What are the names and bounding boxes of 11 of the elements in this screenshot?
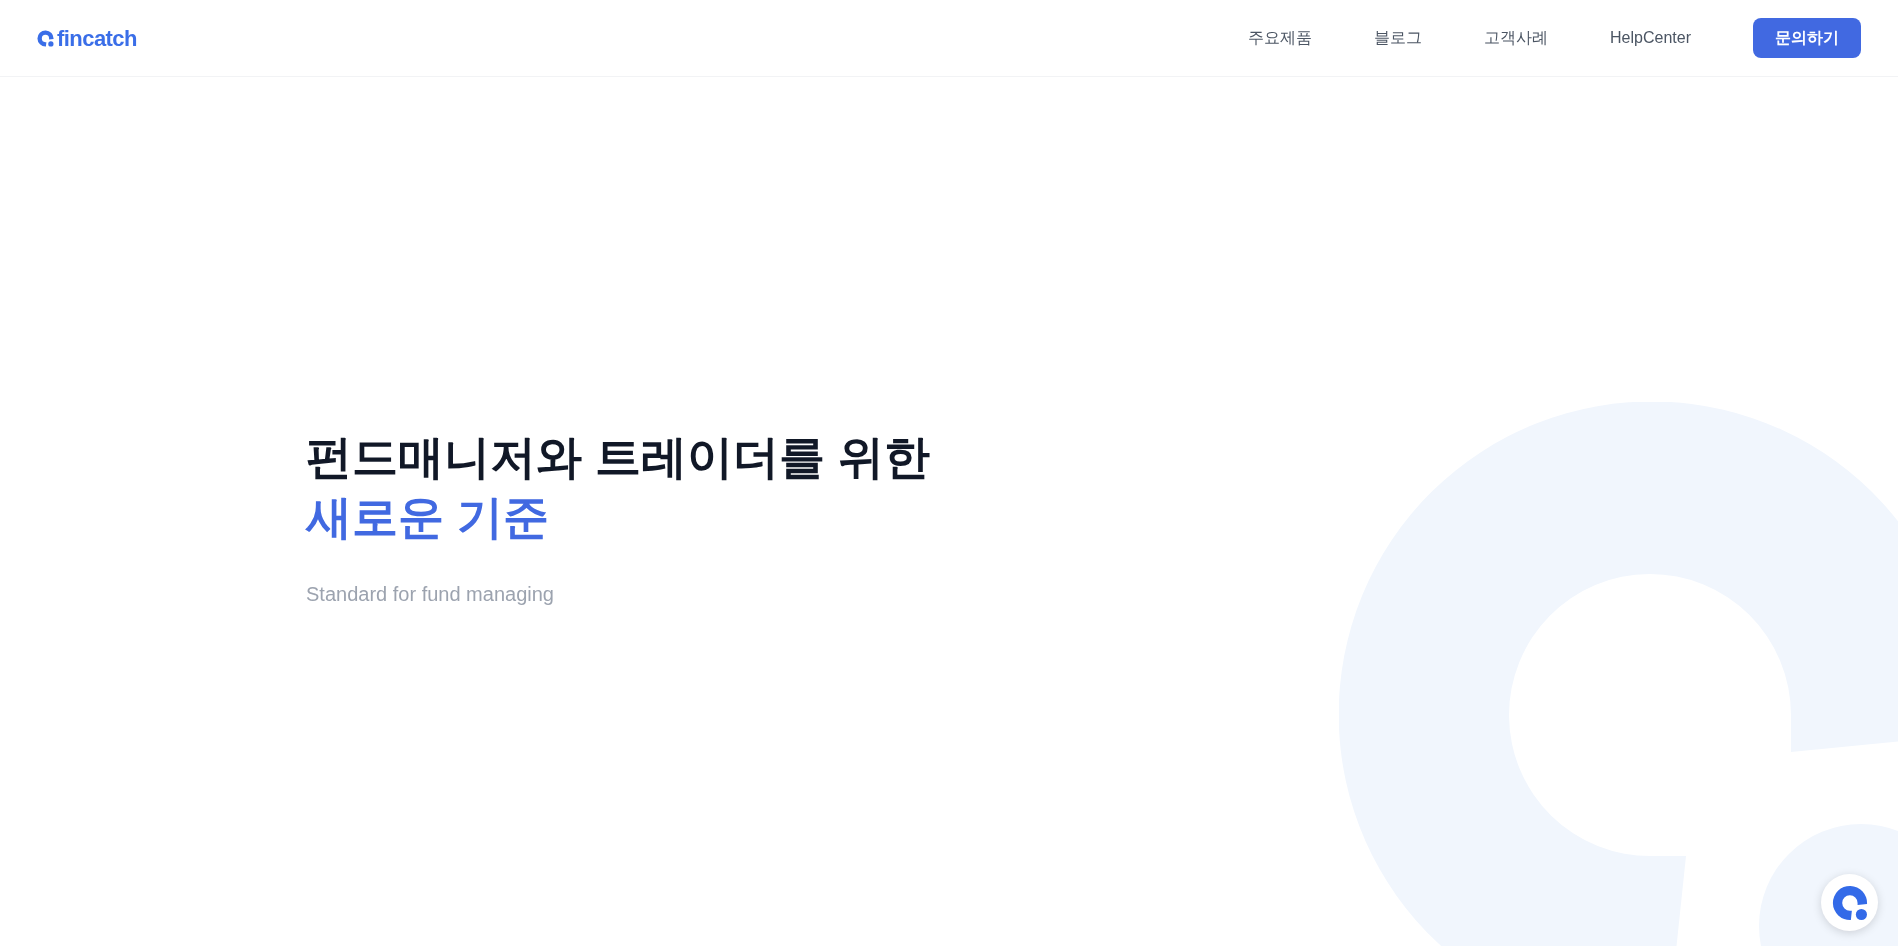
nav-link[interactable]: HelpCenter — [1579, 26, 1722, 50]
contact-button[interactable]: 문의하기 — [1753, 18, 1861, 58]
nav-link[interactable]: 주요제품 — [1217, 26, 1344, 50]
nav-link[interactable]: 블로그 — [1343, 26, 1454, 50]
hero-title: 펀드매니저와 트레이더를 위한 — [306, 430, 931, 485]
logo-icon — [37, 29, 54, 47]
nav-link[interactable]: 고객사례 — [1453, 26, 1580, 50]
logo-text[interactable]: fincatch — [57, 21, 137, 55]
logo-icon — [1831, 884, 1868, 921]
hero-highlight: 새로운 기준 — [306, 490, 550, 545]
hero-subtitle: Standard for fund managing — [306, 582, 555, 607]
